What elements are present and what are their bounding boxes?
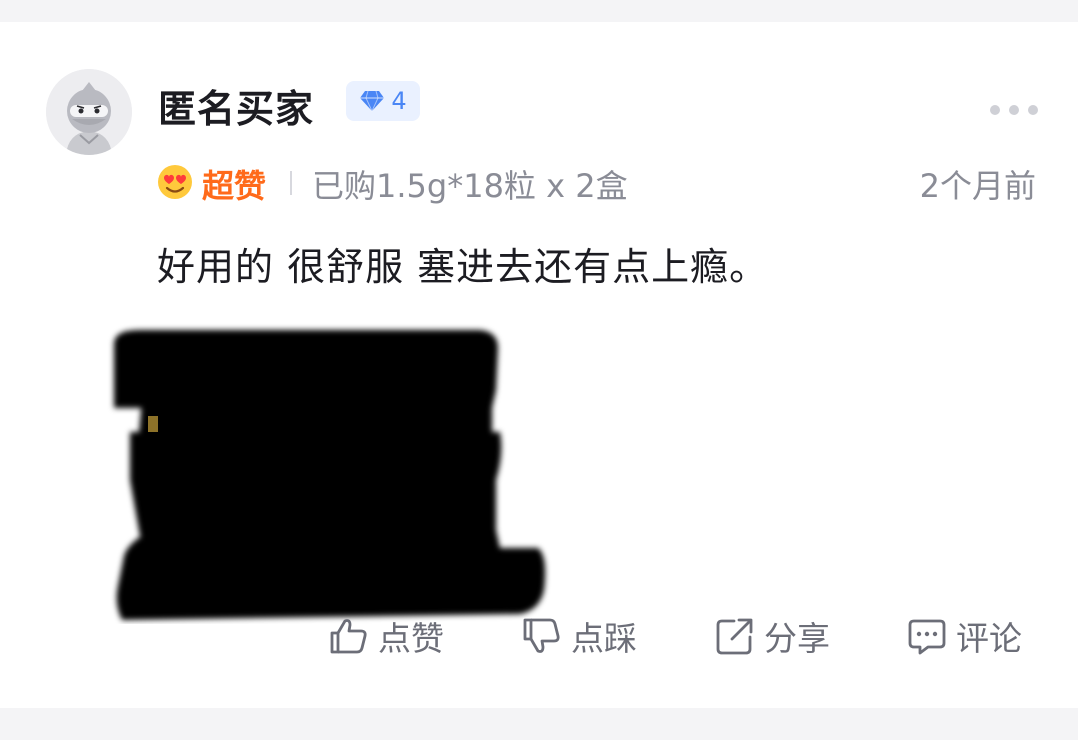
review-photo-redacted[interactable]	[100, 304, 560, 624]
review-text: 好用的 很舒服 塞进去还有点上瘾。	[157, 245, 769, 289]
diamond-icon	[360, 90, 385, 112]
thumbs-down-icon	[523, 618, 560, 653]
review-card: 匿名买家 4 超赞 已购1.5g*18粒 x 2盒 2个月前 好用的 很舒服 塞…	[0, 22, 1078, 708]
comment-button[interactable]: 评论	[906, 612, 1022, 660]
more-dot	[1009, 105, 1019, 115]
more-options-icon[interactable]	[990, 100, 1038, 120]
comment-label: 评论	[956, 619, 1022, 658]
username[interactable]: 匿名买家	[158, 78, 314, 133]
like-button[interactable]: 点赞	[328, 612, 444, 660]
heart-eyes-emoji-icon	[158, 165, 192, 199]
share-icon	[716, 618, 753, 655]
level-badge: 4	[346, 81, 420, 121]
review-meta-row: 超赞 已购1.5g*18粒 x 2盒 2个月前	[156, 159, 1036, 205]
like-label: 点赞	[378, 619, 444, 658]
rating-label: 超赞	[202, 167, 267, 205]
bottom-separator	[0, 708, 1078, 740]
avatar[interactable]	[46, 69, 132, 155]
meta-divider	[290, 171, 292, 195]
thumbs-up-icon	[330, 619, 367, 654]
more-dot	[1028, 105, 1038, 115]
level-number: 4	[391, 87, 407, 115]
purchase-info: 已购1.5g*18粒 x 2盒	[312, 167, 628, 205]
ninja-avatar-icon	[46, 69, 132, 155]
comment-icon	[908, 619, 946, 655]
dislike-label: 点踩	[571, 619, 637, 658]
action-bar: 点赞 点踩 分享 评论	[0, 612, 1078, 672]
share-button[interactable]: 分享	[714, 612, 830, 660]
page: 匿名买家 4 超赞 已购1.5g*18粒 x 2盒 2个月前 好用的 很舒服 塞…	[0, 0, 1078, 740]
share-label: 分享	[764, 619, 830, 658]
dislike-button[interactable]: 点踩	[521, 612, 637, 660]
review-time: 2个月前	[919, 167, 1036, 205]
more-dot	[990, 105, 1000, 115]
